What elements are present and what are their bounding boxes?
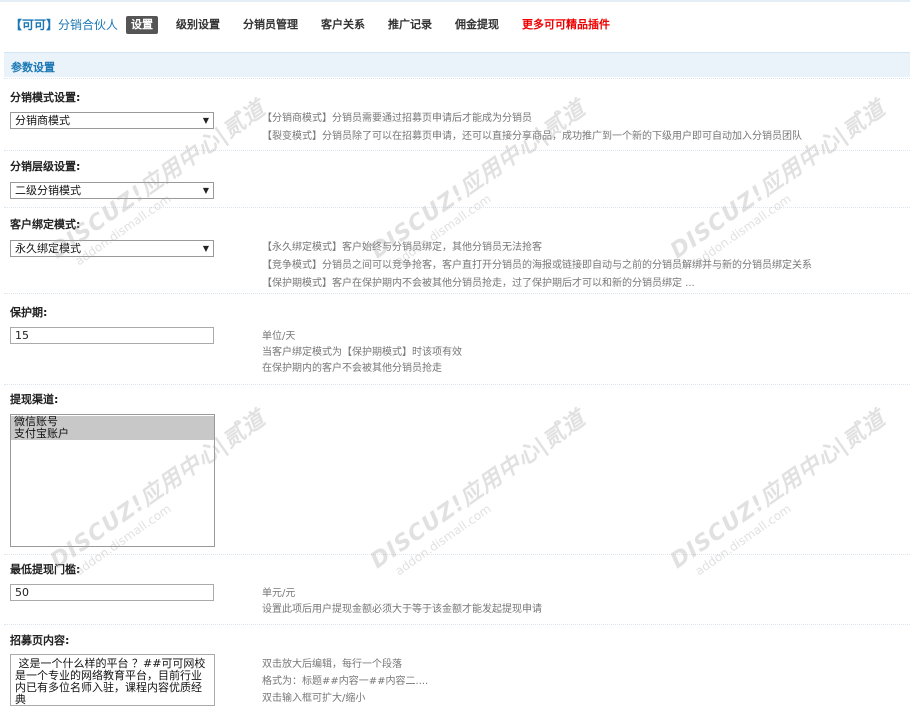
field-label: 分销模式设置: [10,91,81,104]
field-protect-period: 保护期: 15 单位/天 当客户绑定模式为【保护期模式】时该项有效 在保护期内的… [4,293,910,384]
field-tip: 单位/天 [262,331,296,342]
field-tip: 【竞争模式】分销员之间可以竞争抢客，客户直打开分销员的海报或链接即自动与之前的分… [262,260,812,271]
brand-tag: 【可可】 [10,18,59,32]
field-label: 提现渠道: [10,393,59,406]
field-tip: 双击输入框可扩大/缩小 [262,693,366,704]
link-more-plugins[interactable]: 更多可可精品插件 [517,16,615,34]
top-bar: 【可可】分销合伙人 设置 级别设置 分销员管理 客户关系 推广记录 佣金提现 更… [0,0,910,46]
protect-period-input[interactable]: 15 [10,327,214,344]
distribution-level-select[interactable]: 二级分销模式 ▼ [10,182,214,199]
field-tip: 单元/元 [262,588,296,599]
field-tip: 【裂变模式】分销员除了可以在招募页申请，还可以直接分享商品，成功推广到一个新的下… [262,131,802,142]
field-tip: 【永久绑定模式】客户始终与分销员绑定，其他分销员无法抢客 [262,242,542,253]
tab-promotion-records[interactable]: 推广记录 [383,16,437,34]
field-tip: 【分销商模式】分销员需要通过招募页申请后才能成为分销员 [262,113,532,124]
brand-title: 【可可】分销合伙人 [10,16,118,33]
nav-tabs: 设置 级别设置 分销员管理 客户关系 推广记录 佣金提现 更多可可精品插件 [126,15,628,35]
select-value: 永久绑定模式 [15,242,81,255]
select-value: 二级分销模式 [15,184,81,197]
field-label: 最低提现门槛: [10,563,81,576]
recruit-content-textarea[interactable]: 这是一个什么样的平台 ？##可可网校是一个专业的网络教育平台，目前行业内已有多位… [10,654,215,706]
min-withdraw-input[interactable]: 50 [10,584,214,601]
tab-distributor-management[interactable]: 分销员管理 [238,16,303,34]
field-distribution-mode: 分销模式设置: 分销商模式 ▼ 【分销商模式】分销员需要通过招募页申请后才能成为… [4,78,910,149]
field-tip: 在保护期内的客户不会被其他分销员抢走 [262,363,442,374]
field-tip: 双击放大后编辑，每行一个段落 [262,659,402,670]
tab-customer-relations[interactable]: 客户关系 [316,16,370,34]
field-label: 招募页内容: [10,634,70,647]
field-tip: 设置此项后用户提现金额必须大于等于该金额才能发起提现申请 [262,604,542,615]
section-title: 参数设置 [11,61,55,74]
list-option[interactable]: 支付宝账户 [11,428,214,440]
tab-commission-withdraw[interactable]: 佣金提现 [450,16,504,34]
distribution-mode-select[interactable]: 分销商模式 ▼ [10,112,214,129]
field-withdraw-channels: 提现渠道: 微信账号 支付宝账户 [4,384,910,556]
tab-level-settings[interactable]: 级别设置 [171,16,225,34]
field-tip: 【保护期模式】客户在保护期内不会被其他分销员抢走，过了保护期后才可以和新的分销员… [262,278,695,289]
withdraw-channel-listbox[interactable]: 微信账号 支付宝账户 [10,414,215,547]
plugin-name: 分销合伙人 [58,18,119,32]
field-distribution-level: 分销层级设置: 二级分销模式 ▼ [4,150,910,208]
section-header: 参数设置 [4,52,910,77]
select-value: 分销商模式 [15,114,70,127]
field-tip: 格式为：标题##内容一##内容二.... [262,676,429,687]
field-binding-mode: 客户绑定模式: 永久绑定模式 ▼ 【永久绑定模式】客户始终与分销员绑定，其他分销… [4,207,910,294]
field-label: 分销层级设置: [10,160,81,173]
field-label: 保护期: [10,306,48,319]
field-min-withdraw: 最低提现门槛: 50 单元/元 设置此项后用户提现金额必须大于等于该金额才能发起… [4,554,910,625]
caret-down-icon: ▼ [202,186,209,195]
field-label: 客户绑定模式: [10,218,81,231]
caret-down-icon: ▼ [202,116,209,125]
tab-settings[interactable]: 设置 [126,16,158,34]
caret-down-icon: ▼ [202,244,209,253]
field-tip: 当客户绑定模式为【保护期模式】时该项有效 [262,347,462,358]
binding-mode-select[interactable]: 永久绑定模式 ▼ [10,240,214,257]
field-recruit-content: 招募页内容: 这是一个什么样的平台 ？##可可网校是一个专业的网络教育平台，目前… [4,624,910,706]
